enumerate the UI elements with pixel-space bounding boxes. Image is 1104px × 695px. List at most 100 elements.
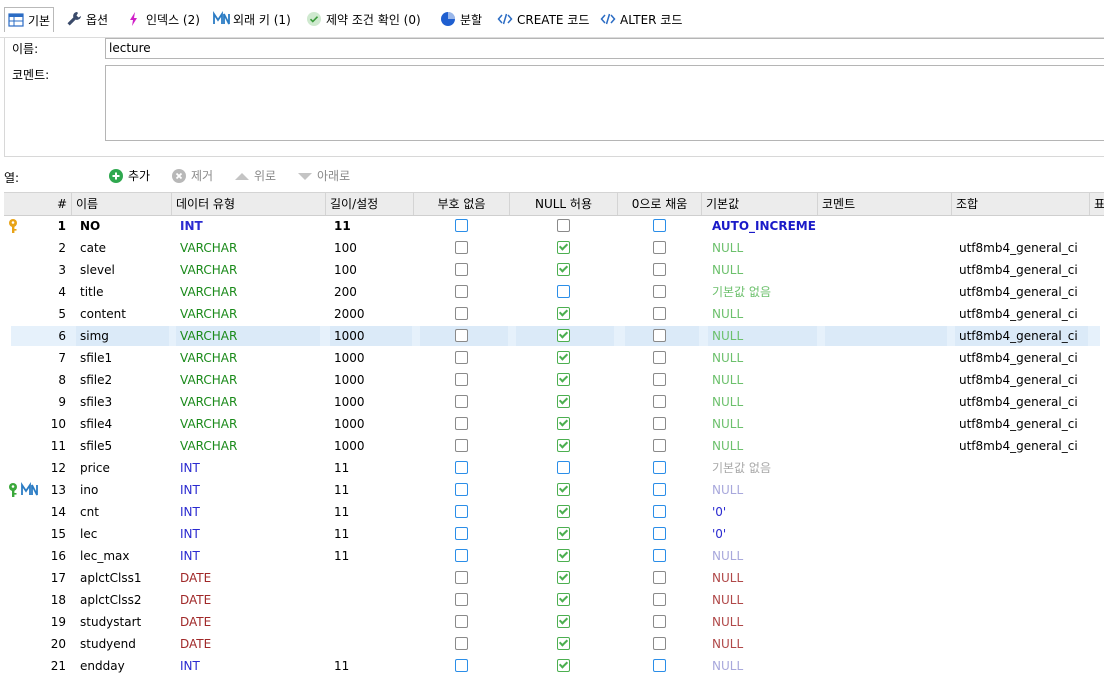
tab-foreign-keys[interactable]: 외래 키 (1) <box>213 8 291 30</box>
column-name-cell[interactable]: lec <box>80 523 170 545</box>
length-cell[interactable]: 11 <box>334 523 412 545</box>
zerofill-checkbox[interactable] <box>653 373 666 386</box>
data-type-cell[interactable]: DATE <box>180 633 320 655</box>
zerofill-checkbox[interactable] <box>653 659 666 672</box>
column-name-cell[interactable]: sfile5 <box>80 435 170 457</box>
length-cell[interactable]: 100 <box>334 237 412 259</box>
zerofill-checkbox[interactable] <box>653 527 666 540</box>
allow-null-checkbox[interactable] <box>557 593 570 606</box>
data-type-cell[interactable]: INT <box>180 655 320 677</box>
collation-cell[interactable] <box>959 523 1087 545</box>
table-row[interactable]: 1 NO INT 11 AUTO_INCREME... <box>4 215 1104 237</box>
allow-null-checkbox[interactable] <box>557 615 570 628</box>
collation-cell[interactable] <box>959 589 1087 611</box>
collation-cell[interactable]: utf8mb4_general_ci <box>959 369 1087 391</box>
length-cell[interactable]: 1000 <box>334 347 412 369</box>
zerofill-checkbox[interactable] <box>653 483 666 496</box>
column-name-cell[interactable]: sfile3 <box>80 391 170 413</box>
length-cell[interactable]: 11 <box>334 457 412 479</box>
header-default[interactable]: 기본값 <box>702 193 818 215</box>
zerofill-checkbox[interactable] <box>653 615 666 628</box>
table-row[interactable]: 15 lec INT 11 '0' <box>4 523 1104 545</box>
header-number[interactable]: # <box>4 193 72 215</box>
data-type-cell[interactable]: INT <box>180 545 320 567</box>
unsigned-checkbox[interactable] <box>455 285 468 298</box>
default-value-cell[interactable]: NULL <box>712 325 816 347</box>
unsigned-checkbox[interactable] <box>455 395 468 408</box>
data-type-cell[interactable]: VARCHAR <box>180 303 320 325</box>
header-zerofill[interactable]: 0으로 채움 <box>618 193 702 215</box>
data-type-cell[interactable]: INT <box>180 501 320 523</box>
unsigned-checkbox[interactable] <box>455 527 468 540</box>
unsigned-checkbox[interactable] <box>455 615 468 628</box>
zerofill-checkbox[interactable] <box>653 637 666 650</box>
column-name-cell[interactable]: aplctClss2 <box>80 589 170 611</box>
data-type-cell[interactable]: DATE <box>180 589 320 611</box>
unsigned-checkbox[interactable] <box>455 461 468 474</box>
column-name-cell[interactable]: content <box>80 303 170 325</box>
allow-null-checkbox[interactable] <box>557 263 570 276</box>
unsigned-checkbox[interactable] <box>455 351 468 364</box>
tab-indexes[interactable]: 인덱스 (2) <box>126 8 200 30</box>
column-name-cell[interactable]: aplctClss1 <box>80 567 170 589</box>
allow-null-checkbox[interactable] <box>557 549 570 562</box>
collation-cell[interactable] <box>959 611 1087 633</box>
move-up-button[interactable]: 위로 <box>234 167 276 184</box>
default-value-cell[interactable]: NULL <box>712 435 816 457</box>
collation-cell[interactable]: utf8mb4_general_ci <box>959 237 1087 259</box>
data-type-cell[interactable]: DATE <box>180 567 320 589</box>
column-name-cell[interactable]: slevel <box>80 259 170 281</box>
column-name-cell[interactable]: endday <box>80 655 170 677</box>
unsigned-checkbox[interactable] <box>455 571 468 584</box>
default-value-cell[interactable]: '0' <box>712 501 816 523</box>
length-cell[interactable]: 11 <box>334 215 412 237</box>
table-row[interactable]: 13 ino INT 11 NULL <box>4 479 1104 501</box>
table-row[interactable]: 8 sfile2 VARCHAR 1000 NULL utf8mb4_general_ci <box>4 369 1104 391</box>
column-name-cell[interactable]: lec_max <box>80 545 170 567</box>
default-value-cell[interactable]: NULL <box>712 259 816 281</box>
data-type-cell[interactable]: VARCHAR <box>180 281 320 303</box>
allow-null-checkbox[interactable] <box>557 307 570 320</box>
allow-null-checkbox[interactable] <box>557 571 570 584</box>
unsigned-checkbox[interactable] <box>455 637 468 650</box>
length-cell[interactable]: 11 <box>334 655 412 677</box>
length-cell[interactable]: 200 <box>334 281 412 303</box>
tab-general[interactable]: 기본 <box>4 7 55 32</box>
table-row[interactable]: 16 lec_max INT 11 NULL <box>4 545 1104 567</box>
unsigned-checkbox[interactable] <box>455 241 468 254</box>
allow-null-checkbox[interactable] <box>557 241 570 254</box>
default-value-cell[interactable]: NULL <box>712 545 816 567</box>
table-row[interactable]: 18 aplctClss2 DATE NULL <box>4 589 1104 611</box>
zerofill-checkbox[interactable] <box>653 549 666 562</box>
column-name-cell[interactable]: sfile4 <box>80 413 170 435</box>
zerofill-checkbox[interactable] <box>653 351 666 364</box>
collation-cell[interactable] <box>959 633 1087 655</box>
table-row[interactable]: 2 cate VARCHAR 100 NULL utf8mb4_general_ci <box>4 237 1104 259</box>
column-name-cell[interactable]: sfile2 <box>80 369 170 391</box>
remove-column-button[interactable]: 제거 <box>171 167 213 184</box>
length-cell[interactable]: 1000 <box>334 413 412 435</box>
header-allow-null[interactable]: NULL 허용 <box>510 193 618 215</box>
collation-cell[interactable]: utf8mb4_general_ci <box>959 391 1087 413</box>
length-cell[interactable]: 11 <box>334 479 412 501</box>
move-down-button[interactable]: 아래로 <box>297 167 350 184</box>
allow-null-checkbox[interactable] <box>557 285 570 298</box>
zerofill-checkbox[interactable] <box>653 395 666 408</box>
default-value-cell[interactable]: NULL <box>712 611 816 633</box>
unsigned-checkbox[interactable] <box>455 373 468 386</box>
table-row[interactable]: 11 sfile5 VARCHAR 1000 NULL utf8mb4_general_c… <box>4 435 1104 457</box>
length-cell[interactable] <box>334 633 412 655</box>
default-value-cell[interactable]: NULL <box>712 303 816 325</box>
length-cell[interactable]: 11 <box>334 501 412 523</box>
data-type-cell[interactable]: INT <box>180 457 320 479</box>
default-value-cell[interactable]: NULL <box>712 633 816 655</box>
zerofill-checkbox[interactable] <box>653 439 666 452</box>
column-name-cell[interactable]: title <box>80 281 170 303</box>
zerofill-checkbox[interactable] <box>653 263 666 276</box>
allow-null-checkbox[interactable] <box>557 527 570 540</box>
unsigned-checkbox[interactable] <box>455 549 468 562</box>
table-row[interactable]: 10 sfile4 VARCHAR 1000 NULL utf8mb4_general_c… <box>4 413 1104 435</box>
allow-null-checkbox[interactable] <box>557 439 570 452</box>
table-row[interactable]: 6 simg VARCHAR 1000 NULL utf8mb4_general_ci <box>4 325 1104 347</box>
allow-null-checkbox[interactable] <box>557 351 570 364</box>
